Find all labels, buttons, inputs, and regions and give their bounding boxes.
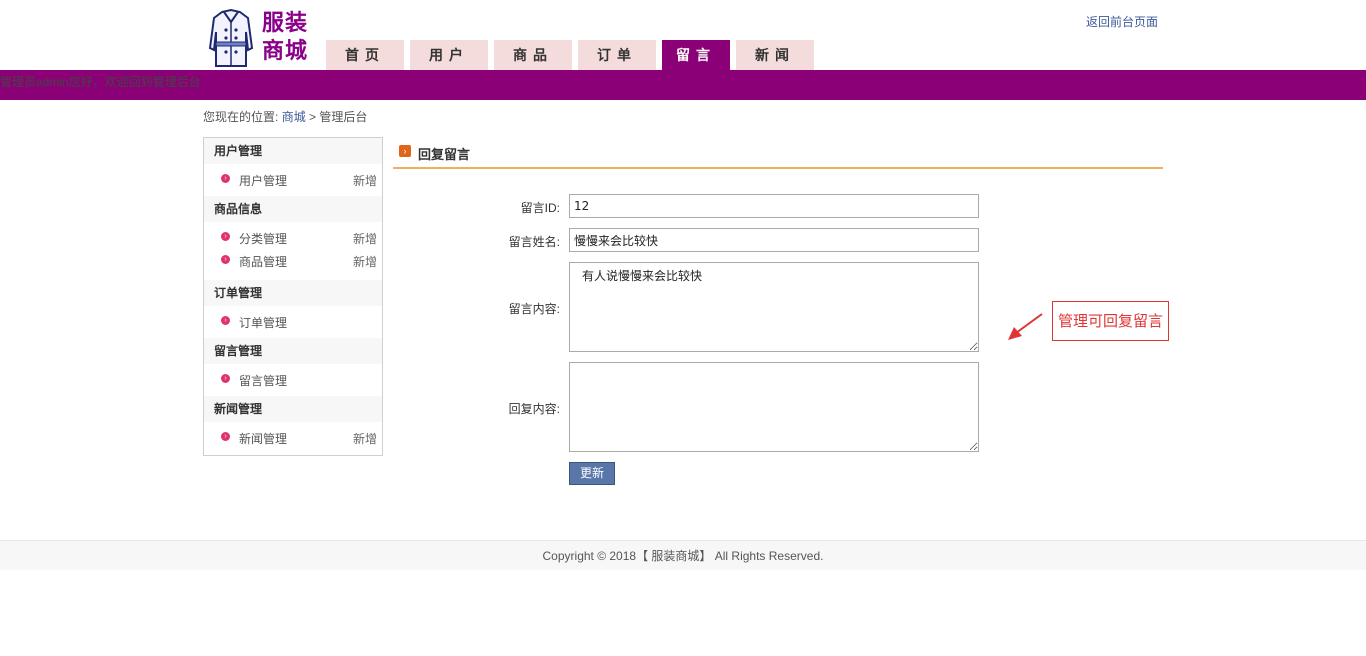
welcome-message: 管理员admin您好，欢迎回到管理后台: [0, 75, 201, 89]
arrow-right-icon: ›: [399, 145, 411, 157]
message-name-input[interactable]: [569, 228, 979, 252]
chevron-right-icon: ›: [221, 173, 230, 183]
back-to-frontend-link[interactable]: 返回前台页面: [1086, 13, 1158, 30]
annotation-arrow-icon: [1008, 313, 1043, 340]
message-id-label: 留言ID:: [520, 201, 560, 215]
tab-orders[interactable]: 订单: [578, 40, 656, 70]
sidebar-group-title: 商品信息: [204, 196, 382, 222]
logo-line: 商城: [262, 39, 309, 64]
sidebar-item-order-management[interactable]: › 订单管理: [204, 306, 382, 338]
sidebar-group-title: 留言管理: [204, 338, 382, 364]
breadcrumb-separator: >: [309, 110, 317, 124]
chevron-right-icon: ›: [221, 231, 230, 241]
sidebar-group-title: 新闻管理: [204, 396, 382, 422]
chevron-right-icon: ›: [221, 315, 230, 325]
sidebar-item-label[interactable]: 订单管理: [239, 314, 377, 331]
logo[interactable]: 服装 商城: [208, 8, 318, 70]
tab-messages[interactable]: 留言: [662, 40, 730, 70]
message-content-textarea[interactable]: 有人说慢慢来会比较快: [569, 262, 979, 352]
panel-header: › 回复留言: [393, 137, 1163, 169]
sidebar-group-title: 订单管理: [204, 280, 382, 306]
sidebar-item-label[interactable]: 商品管理: [239, 253, 353, 270]
chevron-right-icon: ›: [221, 431, 230, 441]
breadcrumb-prefix: 您现在的位置:: [203, 110, 279, 124]
sidebar-item-news-management[interactable]: › 新闻管理 新增: [204, 422, 382, 454]
update-button[interactable]: 更新: [569, 462, 615, 485]
sidebar-group-title: 用户管理: [204, 138, 382, 164]
main-nav: 首页 用户 商品 订单 留言 新闻: [326, 40, 820, 70]
panel-title: 回复留言: [418, 147, 471, 162]
reply-content-label: 回复内容:: [508, 402, 560, 416]
sidebar-add-link[interactable]: 新增: [353, 253, 377, 270]
sidebar-add-link[interactable]: 新增: [353, 430, 377, 447]
sidebar-item-message-management[interactable]: › 留言管理: [204, 364, 382, 396]
reply-content-textarea[interactable]: [569, 362, 979, 452]
message-name-label: 留言姓名:: [508, 235, 560, 249]
tab-products[interactable]: 商品: [494, 40, 572, 70]
breadcrumb: 您现在的位置: 商城 > 管理后台: [203, 108, 367, 125]
sidebar-item-label[interactable]: 新闻管理: [239, 430, 353, 447]
sidebar-item-user-management[interactable]: › 用户管理 新增: [204, 164, 382, 196]
sidebar-add-link[interactable]: 新增: [353, 230, 377, 247]
chevron-right-icon: ›: [221, 373, 230, 383]
sidebar: 用户管理 › 用户管理 新增 商品信息 › 分类管理 新增 › 商品管理 新增 …: [203, 137, 383, 456]
header: 服装 商城 首页 用户 商品 订单 留言 新闻 返回前台页面: [0, 0, 1366, 70]
logo-line: 服装: [262, 11, 309, 36]
tab-news[interactable]: 新闻: [736, 40, 814, 70]
coat-logo-icon: [208, 8, 254, 67]
annotation-note: 管理可回复留言: [1052, 301, 1169, 341]
breadcrumb-current: 管理后台: [319, 110, 368, 124]
tab-home[interactable]: 首页: [326, 40, 404, 70]
sidebar-item-label[interactable]: 留言管理: [239, 372, 377, 389]
sidebar-item-product-management[interactable]: › 商品管理 新增: [204, 248, 382, 274]
sidebar-item-label[interactable]: 用户管理: [239, 172, 353, 189]
footer: Copyright © 2018【 服装商城】 All Rights Reser…: [0, 540, 1366, 570]
sidebar-item-label[interactable]: 分类管理: [239, 230, 353, 247]
purple-bar: [0, 70, 1366, 100]
chevron-right-icon: ›: [221, 254, 230, 264]
breadcrumb-home-link[interactable]: 商城: [282, 110, 306, 124]
logo-text: 服装 商城: [262, 10, 308, 66]
message-content-label: 留言内容:: [508, 302, 560, 316]
tab-users[interactable]: 用户: [410, 40, 488, 70]
message-id-input[interactable]: [569, 194, 979, 218]
sidebar-add-link[interactable]: 新增: [353, 172, 377, 189]
